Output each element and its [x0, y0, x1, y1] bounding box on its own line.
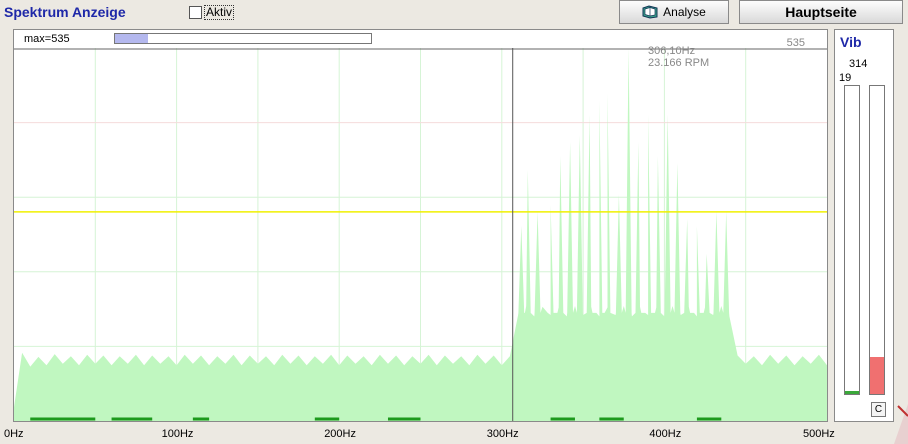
vib-title: Vib: [840, 34, 862, 50]
aktiv-checkbox-label[interactable]: Aktiv: [204, 5, 235, 20]
spectrum-panel[interactable]: max=535 535 306,10Hz 23.166 RPM: [13, 29, 828, 422]
x-tick-label: 400Hz: [649, 428, 682, 440]
max-value: 535: [786, 37, 805, 49]
x-tick-label: 100Hz: [161, 428, 194, 440]
x-tick-label: 500Hz: [803, 428, 835, 440]
x-tick-label: 200Hz: [324, 428, 356, 440]
hauptseite-button[interactable]: Hauptseite: [739, 0, 903, 24]
vib-value: 314: [849, 58, 868, 70]
level-progress-bar: [114, 33, 372, 44]
aktiv-checkbox[interactable]: [189, 6, 202, 19]
cursor-rpm: 23.166 RPM: [648, 57, 710, 69]
spectrum-chart[interactable]: [14, 30, 827, 421]
vib-panel: Vib 314 19 C: [834, 29, 894, 422]
vib-meter-right: [869, 85, 885, 395]
hauptseite-button-label: Hauptseite: [785, 4, 857, 20]
max-label: max=535: [24, 33, 70, 45]
vib-meter-left: [844, 85, 860, 395]
cursor-readout: 306,10Hz 23.166 RPM: [648, 45, 709, 69]
corner-decoration: [894, 404, 908, 444]
analyse-button[interactable]: Analyse: [619, 0, 729, 24]
cursor-frequency: 306,10Hz: [648, 45, 696, 57]
book-icon: [642, 5, 658, 19]
vib-scale-max: 19: [839, 72, 852, 84]
page-title: Spektrum Anzeige: [4, 4, 126, 20]
vib-meter-right-fill: [870, 357, 884, 394]
x-tick-label: 300Hz: [486, 428, 519, 440]
title-bar: Spektrum Anzeige Aktiv Analyse Hauptseit…: [0, 0, 908, 26]
analyse-button-label: Analyse: [663, 5, 706, 19]
level-progress-fill: [115, 34, 149, 43]
clear-button[interactable]: C: [871, 402, 886, 417]
vib-meter-left-fill: [845, 390, 859, 394]
x-tick-label: 0Hz: [4, 428, 24, 440]
